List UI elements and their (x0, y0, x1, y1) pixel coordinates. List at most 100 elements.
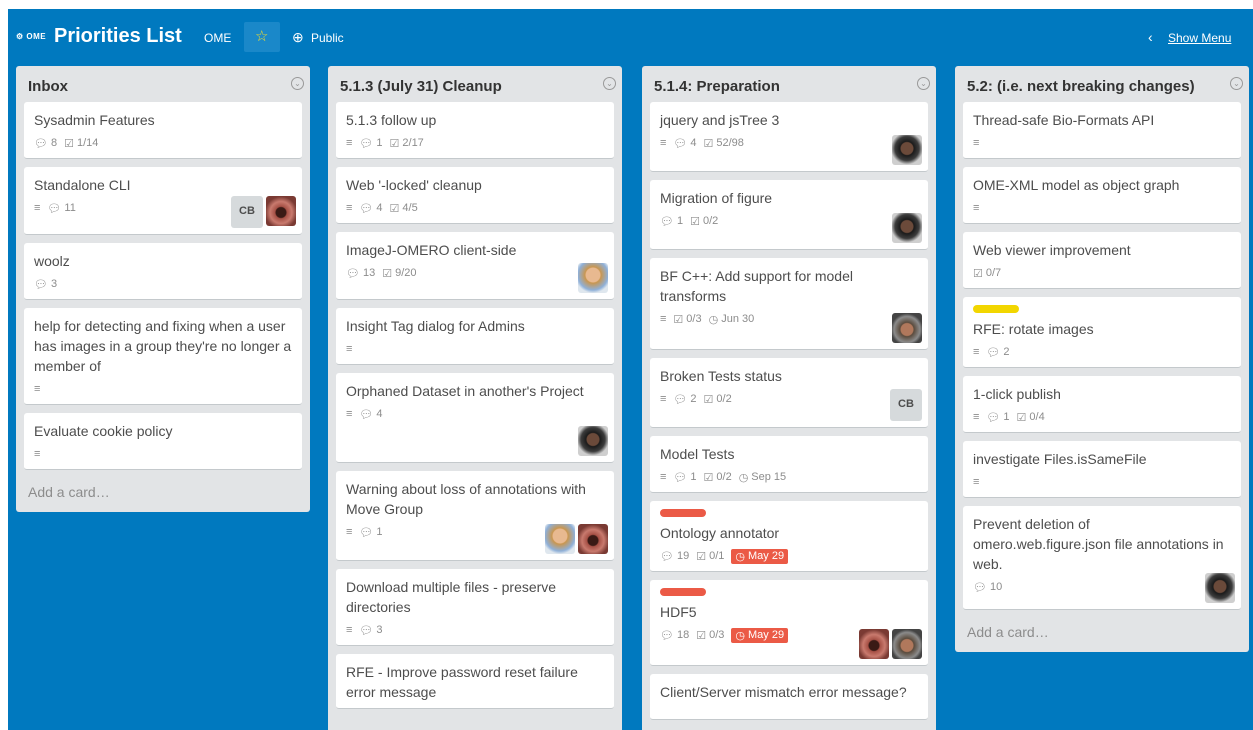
member-avatar[interactable] (892, 629, 922, 659)
card[interactable]: RFE: rotate images ≡ 💬︎ 2 (963, 297, 1241, 368)
comment-icon: 💬︎ (673, 471, 688, 484)
card[interactable]: Broken Tests status ≡ 💬︎ 2 ☑ 0/2 CB (650, 358, 928, 428)
card[interactable]: investigate Files.isSameFile ≡ (963, 441, 1241, 498)
card[interactable]: jquery and jsTree 3 ≡ 💬︎ 4 ☑ 52/98 (650, 102, 928, 172)
checklist-icon: ☑ (389, 137, 400, 150)
list-header: 5.1.4: Preparation ⌄ (642, 66, 936, 102)
card[interactable]: Ontology annotator 💬︎ 19 ☑ 0/1 ◷ May 29 (650, 501, 928, 572)
label-red (660, 588, 706, 596)
comment-icon: 💬︎ (47, 202, 62, 215)
show-menu-link[interactable]: Show Menu (1168, 31, 1231, 45)
due-date: May 29 (748, 550, 785, 562)
clock-icon: ◷ (735, 629, 745, 642)
card[interactable]: Sysadmin Features 💬︎ 8 ☑ 1/14 (24, 102, 302, 159)
card[interactable]: Download multiple files - preserve direc… (336, 569, 614, 646)
member-avatar[interactable] (578, 263, 608, 293)
list-title[interactable]: 5.1.3 (July 31) Cleanup (340, 78, 502, 95)
globe-icon: ⊕ (292, 29, 304, 45)
card-title: Evaluate cookie policy (34, 423, 173, 439)
list-menu-icon[interactable]: ⌄ (1230, 77, 1243, 90)
list-menu-icon[interactable]: ⌄ (291, 77, 304, 90)
comment-count: 18 (676, 629, 690, 641)
member-avatar[interactable] (892, 313, 922, 343)
board: ⚙ OME Priorities List OME ☆ ⊕ Public ‹ S… (8, 9, 1253, 730)
member-avatar[interactable] (892, 213, 922, 243)
member-avatar[interactable] (1205, 573, 1235, 603)
comment-icon: 💬︎ (34, 278, 48, 291)
comment-count: 1 (376, 137, 383, 149)
list-title[interactable]: Inbox (28, 78, 68, 95)
comment-icon: 💬︎ (660, 629, 674, 642)
card[interactable]: Insight Tag dialog for Admins ≡ (336, 308, 614, 365)
list-header: 5.1.3 (July 31) Cleanup ⌄ (328, 66, 622, 102)
card-title: Sysadmin Features (34, 112, 155, 128)
checklist-count: 52/98 (716, 137, 744, 149)
visibility-button[interactable]: Public (311, 31, 344, 45)
card[interactable]: 1-click publish ≡ 💬︎ 1 ☑ 0/4 (963, 376, 1241, 433)
card[interactable]: RFE - Improve password reset failure err… (336, 654, 614, 709)
card[interactable]: Thread-safe Bio-Formats API ≡ (963, 102, 1241, 159)
member-avatar[interactable] (892, 135, 922, 165)
member-avatar[interactable] (545, 524, 575, 554)
star-button[interactable]: ☆ (244, 22, 280, 52)
checklist-icon: ☑ (703, 471, 714, 484)
description-icon: ≡ (660, 313, 667, 325)
comment-icon: 💬︎ (359, 408, 374, 421)
member-avatar[interactable] (859, 629, 889, 659)
comment-count: 3 (50, 278, 58, 290)
card[interactable]: help for detecting and fixing when a use… (24, 308, 302, 405)
comment-count: 1 (1003, 411, 1010, 423)
member-avatar[interactable] (578, 426, 608, 456)
card[interactable]: Standalone CLI ≡ 💬︎ 11 CB (24, 167, 302, 235)
org-link[interactable]: OME (204, 31, 231, 45)
card[interactable]: Client/Server mismatch error message? (650, 674, 928, 720)
card[interactable]: Web '-locked' cleanup ≡ 💬︎ 4 ☑ 4/5 (336, 167, 614, 224)
member-initials-avatar[interactable]: CB (890, 389, 922, 421)
checklist-icon: ☑ (64, 137, 74, 150)
list-title[interactable]: 5.1.4: Preparation (654, 78, 780, 95)
label-red (660, 509, 706, 517)
list-title[interactable]: 5.2: (i.e. next breaking changes) (967, 78, 1195, 95)
description-icon: ≡ (34, 448, 41, 460)
card[interactable]: Model Tests ≡ 💬︎ 1 ☑ 0/2 ◷ Sep 15 (650, 436, 928, 493)
card[interactable]: Warning about loss of annotations with M… (336, 471, 614, 561)
list-menu-icon[interactable]: ⌄ (603, 77, 616, 90)
list-5-1-3-cleanup: 5.1.3 (July 31) Cleanup ⌄ 5.1.3 follow u… (328, 66, 622, 730)
add-card-link[interactable]: Add a card… (16, 478, 310, 512)
checklist-count: 4/5 (402, 202, 418, 214)
card-title: Thread-safe Bio-Formats API (973, 112, 1155, 128)
card[interactable]: Evaluate cookie policy ≡ (24, 413, 302, 470)
member-initials-avatar[interactable]: CB (231, 196, 263, 228)
comment-count: 1 (676, 215, 684, 227)
member-avatar[interactable] (266, 196, 296, 226)
checklist-count: 9/20 (395, 267, 417, 279)
description-icon: ≡ (660, 471, 667, 483)
list-menu-icon[interactable]: ⌄ (917, 77, 930, 90)
card-title: Model Tests (660, 446, 735, 462)
card[interactable]: BF C++: Add support for model transforms… (650, 258, 928, 350)
comment-count: 19 (676, 550, 690, 562)
card-title: Ontology annotator (660, 525, 780, 541)
card[interactable]: Prevent deletion of omero.web.figure.jso… (963, 506, 1241, 610)
description-icon: ≡ (346, 343, 353, 355)
description-icon: ≡ (34, 383, 41, 395)
ome-logo[interactable]: ⚙ OME (16, 32, 46, 41)
add-card-link[interactable]: Add a card… (955, 618, 1249, 652)
board-title[interactable]: Priorities List (54, 25, 182, 48)
card-title: HDF5 (660, 604, 697, 620)
card-title: ImageJ-OMERO client-side (346, 242, 517, 258)
card[interactable]: Orphaned Dataset in another's Project ≡ … (336, 373, 614, 463)
card[interactable]: 5.1.3 follow up ≡ 💬︎ 1 ☑ 2/17 (336, 102, 614, 159)
card[interactable]: Web viewer improvement ☑ 0/7 (963, 232, 1241, 289)
card[interactable]: ImageJ-OMERO client-side 💬︎ 13 ☑ 9/20 (336, 232, 614, 300)
member-avatar[interactable] (578, 524, 608, 554)
description-icon: ≡ (346, 408, 353, 420)
checklist-icon: ☑ (690, 215, 700, 228)
label-yellow (973, 305, 1019, 313)
card-title: 5.1.3 follow up (346, 112, 437, 128)
checklist-count: 0/4 (1029, 411, 1045, 423)
card[interactable]: woolz 💬︎ 3 (24, 243, 302, 300)
card[interactable]: OME-XML model as object graph ≡ (963, 167, 1241, 224)
card[interactable]: HDF5 💬︎ 18 ☑ 0/3 ◷ May 29 (650, 580, 928, 666)
card[interactable]: Migration of figure 💬︎ 1 ☑ 0/2 (650, 180, 928, 250)
